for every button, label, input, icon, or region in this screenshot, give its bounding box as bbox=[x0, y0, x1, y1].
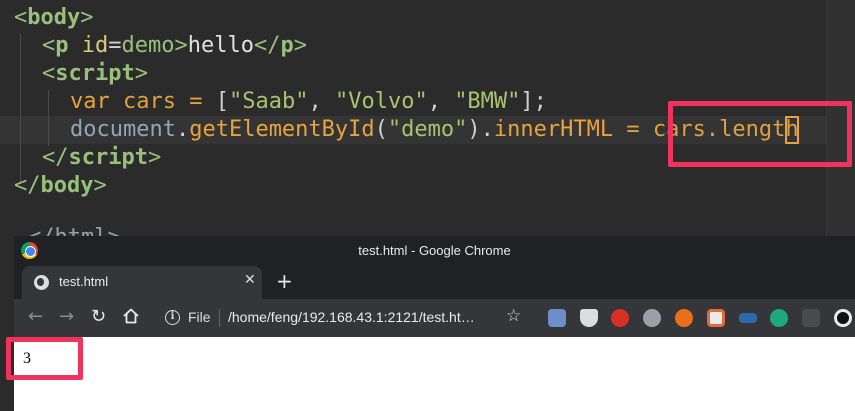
indent-guide bbox=[20, 34, 21, 182]
extension-icon[interactable] bbox=[707, 309, 725, 327]
tab-title: test.html bbox=[59, 274, 109, 289]
highlight-box-output bbox=[6, 337, 83, 380]
tab-strip: test.html ✕ + bbox=[14, 266, 855, 299]
extension-icon[interactable] bbox=[675, 309, 693, 327]
extension-icon[interactable] bbox=[802, 309, 820, 327]
code-line-6[interactable]: </script> bbox=[42, 144, 161, 172]
extension-icon[interactable] bbox=[739, 313, 757, 323]
highlight-box-code bbox=[668, 101, 852, 167]
code-line-1[interactable]: <body> bbox=[14, 4, 93, 32]
home-icon[interactable] bbox=[122, 307, 140, 325]
address-bar[interactable]: i File /home/feng/192.168.43.1:2121/test… bbox=[158, 303, 538, 333]
bookmark-star-icon[interactable]: ☆ bbox=[506, 306, 521, 326]
back-arrow-icon[interactable]: ← bbox=[28, 306, 43, 328]
extension-icon[interactable] bbox=[611, 309, 629, 327]
url-text[interactable]: /home/feng/192.168.43.1:2121/test.ht… bbox=[228, 309, 475, 325]
extension-icon[interactable] bbox=[643, 309, 661, 327]
indent-guide bbox=[48, 90, 49, 146]
code-line-3[interactable]: <script> bbox=[42, 60, 148, 88]
reload-icon[interactable]: ↻ bbox=[91, 306, 106, 328]
page-content: 3 bbox=[14, 337, 855, 411]
extension-icon[interactable] bbox=[770, 309, 788, 327]
extension-icon[interactable] bbox=[834, 309, 852, 327]
code-line-7[interactable]: </body> bbox=[14, 172, 107, 200]
new-tab-button[interactable]: + bbox=[276, 269, 293, 293]
window-title: test.html - Google Chrome bbox=[358, 243, 511, 258]
globe-icon bbox=[34, 275, 49, 290]
toolbar: ← → ↻ i File /home/feng/192.168.43.1:212… bbox=[14, 299, 855, 337]
extension-icon[interactable] bbox=[548, 309, 566, 327]
omnibox-divider bbox=[219, 309, 220, 327]
close-icon[interactable]: ✕ bbox=[244, 272, 256, 288]
tab-test-html[interactable]: test.html ✕ bbox=[22, 266, 262, 299]
scheme-label: File bbox=[188, 309, 211, 325]
code-editor[interactable]: <body> <p id=demo>hello</p> <script> var… bbox=[0, 0, 855, 240]
code-line-4[interactable]: var cars = ["Saab", "Volvo", "BMW"]; bbox=[70, 88, 547, 116]
extension-icon[interactable] bbox=[580, 309, 598, 327]
info-icon[interactable]: i bbox=[165, 310, 180, 325]
code-line-2[interactable]: <p id=demo>hello</p> bbox=[42, 32, 307, 60]
title-bar[interactable]: test.html - Google Chrome bbox=[14, 236, 855, 266]
forward-arrow-icon[interactable]: → bbox=[59, 306, 74, 328]
chrome-window: test.html - Google Chrome test.html ✕ + … bbox=[14, 236, 855, 411]
